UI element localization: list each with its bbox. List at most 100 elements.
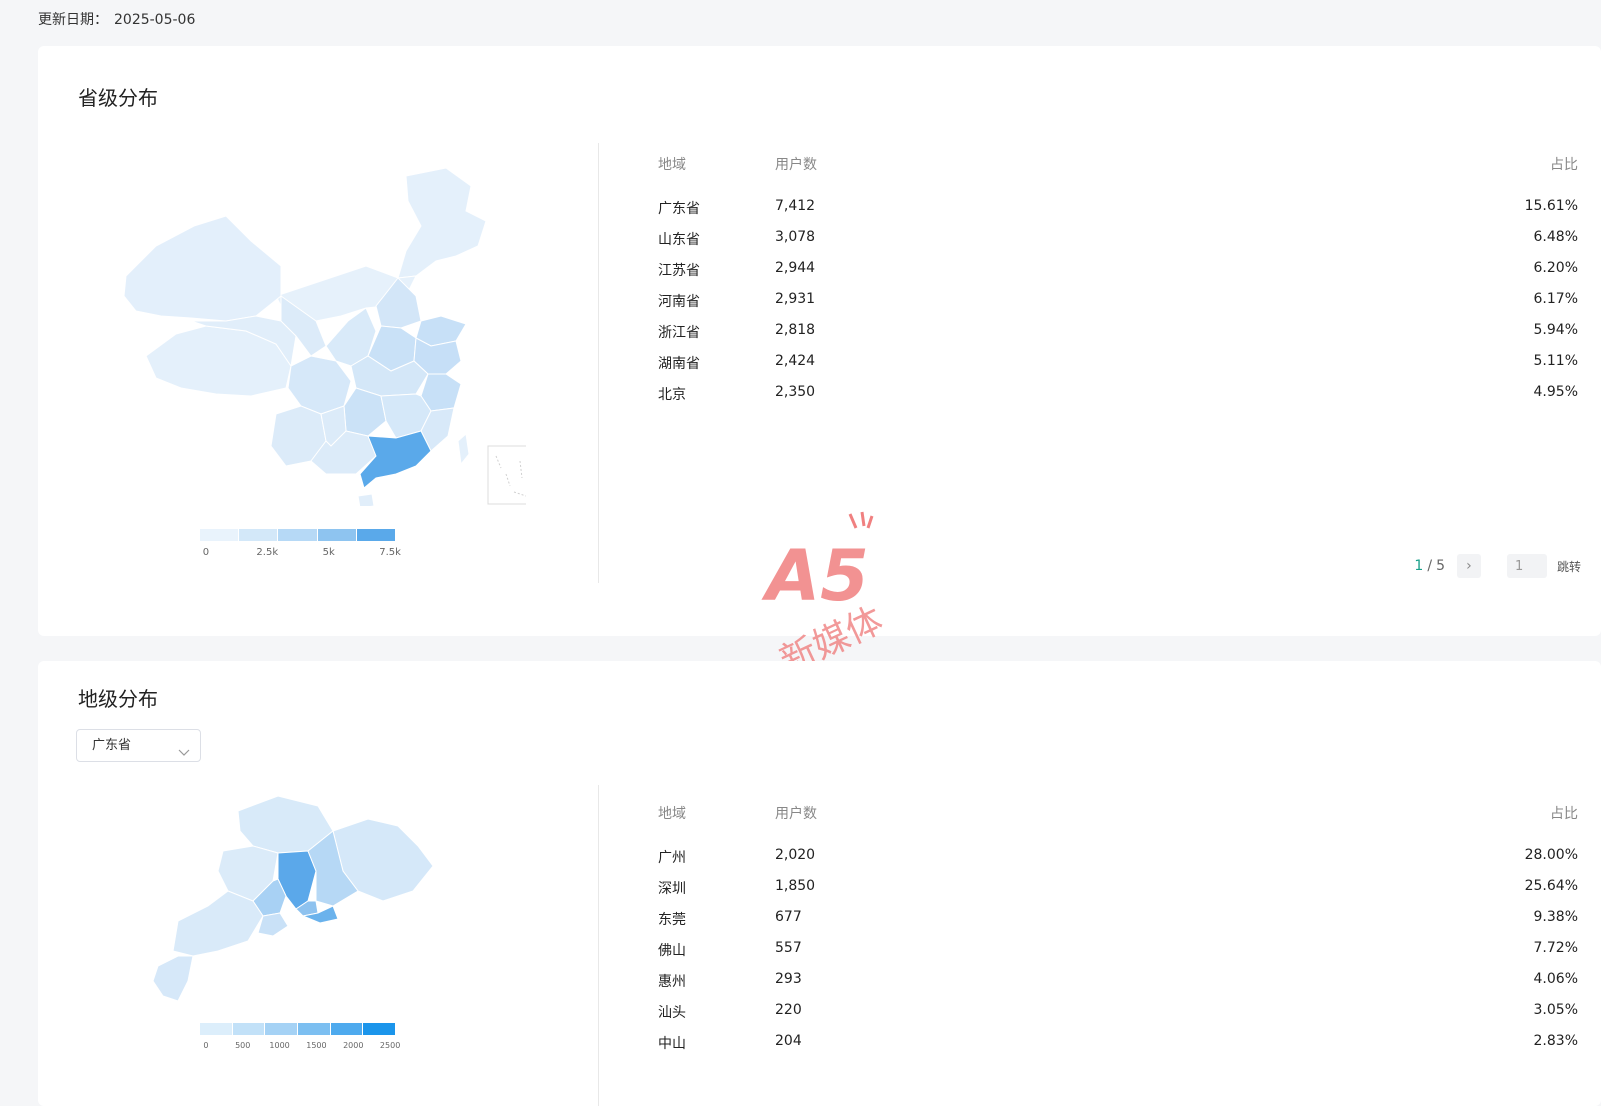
row-ratio: 25.64% [1524, 878, 1578, 894]
city-legend: 0 500 1000 1500 2000 2500 [200, 1023, 400, 1055]
legend-swatch [317, 529, 356, 541]
row-region: 广州 [658, 850, 686, 866]
legend-swatch [239, 529, 278, 541]
row-region: 北京 [658, 387, 686, 403]
row-users: 2,931 [775, 291, 816, 307]
map-region-sichuan [287, 355, 352, 415]
row-users: 557 [775, 940, 802, 956]
province-table-header: 地域 用户数 占比 [658, 154, 1578, 198]
row-region: 东莞 [658, 912, 686, 928]
watermark-logo: A5 新媒体 [758, 508, 908, 683]
row-region: 广东省 [658, 201, 700, 217]
row-ratio: 6.20% [1533, 260, 1578, 276]
page-jump-input[interactable] [1506, 554, 1547, 578]
legend-swatch [200, 1023, 232, 1035]
chevron-right-icon: › [1466, 558, 1472, 574]
row-users: 2,350 [775, 384, 816, 400]
legend-tick-label: 1000 [269, 1041, 290, 1050]
province-table-body: 广东省 7,412 15.61% 山东省 3,078 6.48% 江苏省 2,944 6.20%… [658, 198, 1578, 415]
city-legend-bar [200, 1023, 396, 1035]
row-region: 江苏省 [658, 263, 700, 279]
row-ratio: 4.06% [1533, 971, 1578, 987]
table-row: 汕头 220 3.05% [658, 1002, 1578, 1033]
row-ratio: 7.72% [1533, 940, 1578, 956]
province-divider [598, 143, 599, 583]
row-users: 2,818 [775, 322, 816, 338]
row-region: 惠州 [658, 974, 686, 990]
row-users: 220 [775, 1002, 802, 1018]
row-users: 3,078 [775, 229, 816, 245]
jump-button[interactable]: 跳转 [1557, 558, 1581, 575]
map-region-hunan [343, 387, 387, 437]
row-users: 204 [775, 1033, 802, 1049]
row-ratio: 3.05% [1533, 1002, 1578, 1018]
row-region: 浙江省 [658, 325, 700, 341]
legend-swatch [200, 529, 239, 541]
table-row: 山东省 3,078 6.48% [658, 229, 1578, 260]
province-select[interactable]: 广东省 [76, 729, 201, 762]
legend-tick-label: 5k [322, 547, 335, 558]
table-row: 深圳 1,850 25.64% [658, 878, 1578, 909]
legend-tick-label: 2.5k [256, 547, 279, 558]
row-users: 7,412 [775, 198, 816, 214]
south-china-sea-inset [487, 445, 535, 505]
map-region-taiwan [457, 433, 470, 466]
city-table-header: 地域 用户数 占比 [658, 803, 1578, 847]
legend-swatch [363, 1023, 396, 1035]
legend-swatch [330, 1023, 363, 1035]
row-ratio: 15.61% [1524, 198, 1578, 214]
table-row: 湖南省 2,424 5.11% [658, 353, 1578, 384]
city-table: 地域 用户数 占比 广州 2,020 28.00% 深圳 1,850 25.64% 东莞 67… [658, 803, 1578, 1064]
header-users: 用户数 [775, 157, 817, 173]
legend-tick-label: 1500 [306, 1041, 327, 1050]
row-ratio: 6.17% [1533, 291, 1578, 307]
row-region: 山东省 [658, 232, 700, 248]
header-ratio: 占比 [1550, 806, 1578, 822]
header-users: 用户数 [775, 806, 817, 822]
row-users: 2,944 [775, 260, 816, 276]
next-page-button[interactable]: › [1456, 554, 1481, 578]
row-ratio: 6.48% [1533, 229, 1578, 245]
map-city-zhongshan [257, 912, 289, 937]
table-row: 北京 2,350 4.95% [658, 384, 1578, 415]
city-card: 地级分布 广东省 0 500 1000 1500 2000 2500 地域 用户… [38, 661, 1601, 1106]
row-ratio: 5.94% [1533, 322, 1578, 338]
legend-tick-label: 2500 [379, 1041, 401, 1050]
header-region: 地域 [658, 157, 686, 173]
legend-tick-label: 2000 [343, 1041, 364, 1050]
map-region-hainan [357, 493, 375, 509]
map-region-northeast [397, 167, 487, 279]
legend-tick-label: 7.5k [379, 547, 401, 558]
pager-total: 5 [1436, 558, 1445, 574]
row-users: 2,424 [775, 353, 816, 369]
header-region: 地域 [658, 806, 686, 822]
watermark-logo-text: A5 [761, 535, 869, 617]
legend-tick-label: 0 [202, 547, 210, 558]
table-row: 中山 204 2.83% [658, 1033, 1578, 1064]
china-map[interactable] [76, 156, 535, 510]
province-legend: 0 2.5k 5k 7.5k [200, 529, 401, 561]
row-users: 2,020 [775, 847, 816, 863]
row-ratio: 2.83% [1533, 1033, 1578, 1049]
guangdong-map[interactable] [148, 791, 448, 1015]
map-region-xinjiang [123, 215, 282, 322]
legend-swatch [298, 1023, 330, 1035]
row-region: 佛山 [658, 943, 686, 959]
map-city-zhanjiang [152, 955, 194, 1002]
pager-separator: / [1427, 558, 1433, 574]
row-ratio: 28.00% [1524, 847, 1578, 863]
province-select-value: 广东省 [92, 738, 132, 753]
province-legend-bar [200, 529, 396, 541]
province-legend-labels: 0 2.5k 5k 7.5k [200, 547, 401, 561]
table-row: 江苏省 2,944 6.20% [658, 260, 1578, 291]
city-title: 地级分布 [78, 687, 158, 711]
table-row: 浙江省 2,818 5.94% [658, 322, 1578, 353]
update-label: 更新日期： [38, 12, 108, 28]
province-card: 省级分布 0 2.5k 5k 7.5k 地域 用户数 占比 广东省 7,412 … [38, 46, 1601, 683]
legend-tick-label: 0 [203, 1041, 209, 1050]
row-region: 深圳 [658, 881, 686, 897]
row-region: 中山 [658, 1036, 686, 1052]
chevron-down-icon [178, 739, 190, 770]
city-legend-labels: 0 500 1000 1500 2000 2500 [200, 1041, 400, 1055]
row-ratio: 5.11% [1533, 353, 1578, 369]
